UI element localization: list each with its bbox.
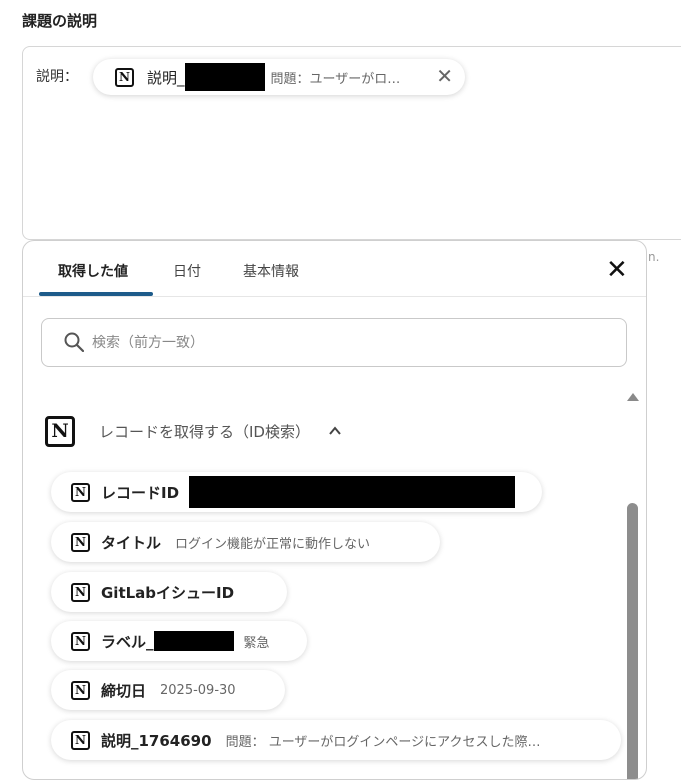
notion-icon: N [71,680,90,700]
item-label: 締切日 [101,681,147,700]
variable-picker-panel: 取得した値 日付 基本情報 ✕ N レコードを取得する（ID検索） N レコード… [22,240,647,780]
scrollbar-thumb[interactable] [627,503,638,779]
list-item-title[interactable]: N タイトル ログイン機能が正常に動作しない [51,522,440,562]
notion-icon: N [71,582,90,602]
tab-obtained-values[interactable]: 取得した値 [58,261,128,281]
close-icon[interactable]: ✕ [606,257,628,283]
item-label: ラベル_ [101,632,154,651]
notion-icon: N [115,67,134,87]
variable-token[interactable]: N 説明_ 問題：ユーザーがロ… ✕ [93,59,465,95]
item-label: GitLabイシューID [101,583,235,602]
tab-bar: 取得した値 日付 基本情報 [23,241,646,297]
redacted-block [184,63,265,91]
search-input[interactable] [90,331,610,355]
notion-icon: N [71,532,90,552]
item-value: 2025-09-30 [160,682,236,698]
group-title: レコードを取得する（ID検索） [99,422,310,441]
tab-basic-info[interactable]: 基本情報 [243,261,299,281]
item-label: 説明_1764690 [101,731,212,750]
scroll-up-arrow[interactable] [627,393,639,401]
redacted-block [189,476,516,508]
item-value: 問題： ユーザーがログインページにアクセスした際… [225,734,541,750]
list-item-description[interactable]: N 説明_1764690 問題： ユーザーがログインページにアクセスした際… [51,720,621,760]
notion-icon: N [71,730,90,750]
item-label: タイトル [101,533,162,552]
notion-icon: N [71,482,90,502]
item-label: レコードID [101,483,180,502]
description-prefix: 説明： [36,69,78,85]
list-item-deadline[interactable]: N 締切日 2025-09-30 [51,670,285,710]
active-tab-indicator [39,292,153,296]
description-field[interactable]: 説明： N 説明_ 問題：ユーザーがロ… ✕ [22,46,681,240]
background-text: n. [648,250,660,264]
list-item-label[interactable]: N ラベル_ 緊急 [51,621,307,661]
list-item-record-id[interactable]: N レコードID [51,472,542,512]
redacted-block [153,631,234,651]
token-preview: 問題：ユーザーがロ… [270,71,401,87]
chevron-up-icon [329,426,341,435]
section-title: 課題の説明 [22,12,98,30]
search-box[interactable] [41,318,627,367]
item-value: ログイン機能が正常に動作しない [175,536,371,552]
notion-icon: N [45,415,75,447]
close-icon[interactable]: ✕ [436,66,453,86]
notion-icon: N [71,631,90,651]
search-icon [64,332,84,352]
list-item-gitlab-issue-id[interactable]: N GitLabイシューID [51,572,287,612]
tab-date[interactable]: 日付 [173,261,201,281]
token-name: 説明_ [147,68,185,87]
group-header[interactable]: N レコードを取得する（ID検索） [45,411,342,451]
item-value: 緊急 [243,635,270,651]
